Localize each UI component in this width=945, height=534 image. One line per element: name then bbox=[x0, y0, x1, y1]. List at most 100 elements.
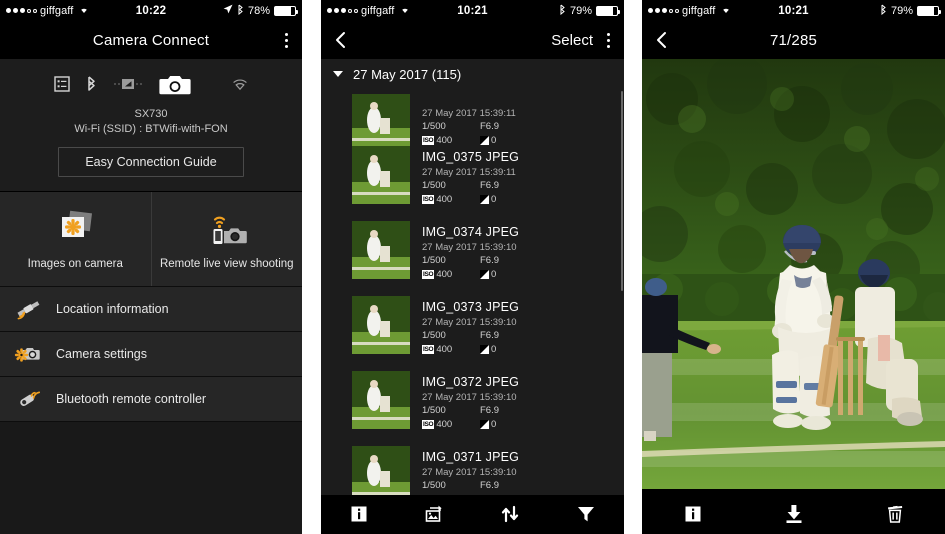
shutter-speed: 1/500 bbox=[422, 330, 446, 341]
scrollbar[interactable] bbox=[621, 91, 623, 291]
bluetooth-icon bbox=[237, 4, 244, 18]
navigation-bar: Camera Connect bbox=[0, 21, 302, 59]
carrier-label: giffgaff bbox=[40, 4, 74, 17]
battery-icon bbox=[917, 5, 941, 16]
aperture: F6.9 bbox=[480, 121, 500, 132]
menu-row-camera-settings[interactable]: Camera settings bbox=[0, 332, 302, 377]
thumbnail bbox=[352, 446, 410, 495]
bluetooth-icon bbox=[86, 75, 97, 97]
exposure-comp-value: 0 bbox=[491, 135, 497, 146]
kebab-menu-icon[interactable] bbox=[281, 31, 292, 50]
kebab-menu-icon[interactable] bbox=[603, 31, 614, 50]
bluetooth-icon bbox=[559, 4, 566, 18]
bluetooth-remote-icon bbox=[14, 387, 42, 411]
photo-iso-ev: ISO400 0 bbox=[422, 194, 624, 205]
photo-filename: IMG_0371 JPEG bbox=[422, 450, 520, 464]
info-icon[interactable] bbox=[673, 499, 713, 529]
photo-meta: IMG_0372 JPEG 27 May 2017 15:39:10 1/500… bbox=[422, 371, 624, 430]
download-icon[interactable] bbox=[774, 499, 814, 529]
photo-exposure: 1/500 F6.9 bbox=[422, 121, 624, 132]
signal-dots-icon bbox=[327, 8, 358, 13]
battery-icon bbox=[596, 5, 620, 16]
iso-value: 400 bbox=[436, 135, 453, 146]
screenshot-triptych: giffgaff 10:22 78% Camera Connect SX730 … bbox=[0, 0, 945, 534]
photo-meta: 27 May 2017 15:39:11 1/500 F6.9 ISO 400 0 bbox=[422, 105, 624, 146]
photo-date: 27 May 2017 15:39:10 bbox=[422, 242, 517, 253]
signal-dots-icon bbox=[648, 8, 679, 13]
list-item[interactable]: IMG_0375 JPEG 27 May 2017 15:39:11 1/500… bbox=[321, 146, 624, 221]
tile-label: Images on camera bbox=[27, 258, 123, 270]
thumbnail bbox=[352, 94, 410, 146]
status-right: 79% bbox=[880, 4, 941, 18]
photo-filename: IMG_0373 JPEG bbox=[422, 300, 520, 314]
thumbnail bbox=[352, 296, 410, 354]
menu-row-location-information[interactable]: Location information bbox=[0, 287, 302, 332]
status-left: giffgaff bbox=[6, 4, 90, 17]
photo-iso-ev: ISO400 0 bbox=[422, 344, 624, 355]
device-icon-row bbox=[0, 71, 302, 101]
iso-icon: ISO bbox=[422, 270, 435, 279]
exposure-comp-value: 0 bbox=[491, 269, 497, 280]
photo-letterbox bbox=[642, 489, 945, 495]
navigation-bar: Select bbox=[321, 21, 624, 59]
panel-divider bbox=[624, 0, 642, 534]
list-item[interactable]: IMG_0371 JPEG 27 May 2017 15:39:10 1/500… bbox=[321, 446, 624, 495]
feature-tiles: Images on camera Remote live view shooti… bbox=[0, 192, 302, 287]
aperture: F6.9 bbox=[480, 480, 500, 491]
home-body: SX730 Wi-Fi (SSID) : BTWifi-with-FON Eas… bbox=[0, 59, 302, 534]
easy-connection-guide-button[interactable]: Easy Connection Guide bbox=[58, 147, 244, 177]
status-left: giffgaff bbox=[327, 4, 411, 17]
tile-remote-live-view[interactable]: Remote live view shooting bbox=[150, 192, 302, 286]
status-left: giffgaff bbox=[648, 4, 732, 17]
viewer-body bbox=[642, 59, 945, 495]
date-group-header[interactable]: 27 May 2017 (115) bbox=[321, 59, 624, 89]
exposure-comp-value: 0 bbox=[491, 494, 496, 495]
signal-dots-icon bbox=[6, 8, 37, 13]
photo-filename: IMG_0372 JPEG bbox=[422, 375, 520, 389]
device-ssid: Wi-Fi (SSID) : BTWifi-with-FON bbox=[74, 123, 228, 135]
exposure-comp-icon bbox=[480, 136, 489, 145]
photo-exposure: 1/500 F6.9 bbox=[422, 405, 624, 416]
shutter-speed: 1/500 bbox=[422, 121, 446, 132]
back-chevron-icon[interactable] bbox=[331, 30, 351, 50]
menu-row-bluetooth-remote-controller[interactable]: Bluetooth remote controller bbox=[0, 377, 302, 422]
list-item[interactable]: 27 May 2017 15:39:11 1/500 F6.9 ISO 400 0 bbox=[321, 89, 624, 146]
list-item[interactable]: IMG_0372 JPEG 27 May 2017 15:39:10 1/500… bbox=[321, 371, 624, 446]
status-bar: giffgaff 10:21 79% bbox=[321, 0, 624, 21]
back-chevron-icon[interactable] bbox=[652, 30, 672, 50]
image-list-body: 27 May 2017 (115) 27 May 2017 15:39:11 1… bbox=[321, 59, 624, 495]
sort-arrows-icon[interactable] bbox=[490, 499, 530, 529]
aperture: F6.9 bbox=[480, 330, 500, 341]
filter-funnel-icon[interactable] bbox=[566, 499, 606, 529]
satellite-icon bbox=[14, 297, 42, 321]
exposure-comp-icon bbox=[480, 420, 489, 429]
menu-row-label: Bluetooth remote controller bbox=[56, 392, 207, 406]
tile-images-on-camera[interactable]: Images on camera bbox=[0, 192, 151, 286]
iso-value: 400 bbox=[436, 344, 453, 355]
status-bar: giffgaff 10:21 79% bbox=[642, 0, 945, 21]
photo-viewer-image[interactable] bbox=[642, 59, 945, 489]
list-item[interactable]: IMG_0374 JPEG 27 May 2017 15:39:10 1/500… bbox=[321, 221, 624, 296]
trash-icon[interactable] bbox=[875, 499, 915, 529]
photo-date: 27 May 2017 15:39:10 bbox=[422, 392, 517, 403]
phone-screen-home: giffgaff 10:22 78% Camera Connect SX730 … bbox=[0, 0, 302, 534]
list-icon bbox=[53, 75, 70, 97]
status-bar: giffgaff 10:22 78% bbox=[0, 0, 302, 21]
tile-label: Remote live view shooting bbox=[159, 258, 294, 270]
image-rotate-icon[interactable] bbox=[415, 499, 455, 529]
select-button[interactable]: Select bbox=[551, 32, 603, 49]
battery-label: 79% bbox=[569, 4, 592, 17]
photo-iso-ev: ISO400 0 bbox=[422, 494, 624, 495]
info-icon[interactable] bbox=[339, 499, 379, 529]
page-title: 71/285 bbox=[769, 31, 818, 49]
list-item[interactable]: IMG_0373 JPEG 27 May 2017 15:39:10 1/500… bbox=[321, 296, 624, 371]
exposure-comp-icon bbox=[480, 270, 489, 279]
photos-stack-icon bbox=[52, 208, 98, 250]
wifi-icon bbox=[78, 4, 90, 17]
exposure-comp-icon bbox=[480, 195, 489, 204]
device-model: SX730 bbox=[134, 108, 168, 120]
shutter-speed: 1/500 bbox=[422, 255, 446, 266]
photo-date: 27 May 2017 15:39:11 bbox=[422, 167, 516, 178]
iso-value: 400 bbox=[436, 419, 453, 430]
photo-meta: IMG_0371 JPEG 27 May 2017 15:39:10 1/500… bbox=[422, 446, 624, 495]
